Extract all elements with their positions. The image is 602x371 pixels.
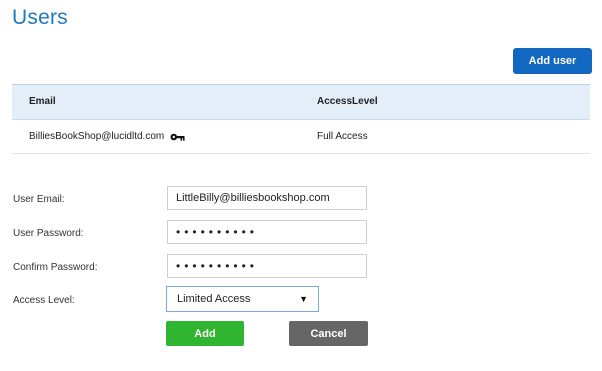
access-level-select[interactable]: Limited Access ▼ [166,286,319,312]
add-user-button[interactable]: Add user [513,48,592,74]
column-header-email[interactable]: Email [29,96,56,107]
table-row[interactable]: BilliesBookShop@lucidltd.com Full Access [12,120,590,154]
add-button[interactable]: Add [166,321,244,346]
user-email-label: User Email: [13,194,65,205]
user-password-label: User Password: [13,228,84,239]
user-password-input[interactable]: •••••••••• [167,220,367,244]
column-header-access-level[interactable]: AccessLevel [317,96,378,107]
confirm-password-label: Confirm Password: [13,262,98,273]
chevron-down-icon: ▼ [299,294,308,304]
access-level-label: Access Level: [13,295,75,306]
cancel-button[interactable]: Cancel [289,321,368,346]
key-icon [170,133,185,141]
row-email: BilliesBookShop@lucidltd.com [29,131,165,142]
user-email-input[interactable]: LittleBilly@billiesbookshop.com [167,186,367,210]
confirm-password-input[interactable]: •••••••••• [167,254,367,278]
row-email-cell: BilliesBookShop@lucidltd.com [29,131,185,142]
users-table: Email AccessLevel BilliesBookShop@lucidl… [12,84,590,154]
page-title: Users [12,6,68,29]
access-level-selected: Limited Access [177,293,251,305]
table-header: Email AccessLevel [12,84,590,120]
row-access-level: Full Access [317,131,368,142]
